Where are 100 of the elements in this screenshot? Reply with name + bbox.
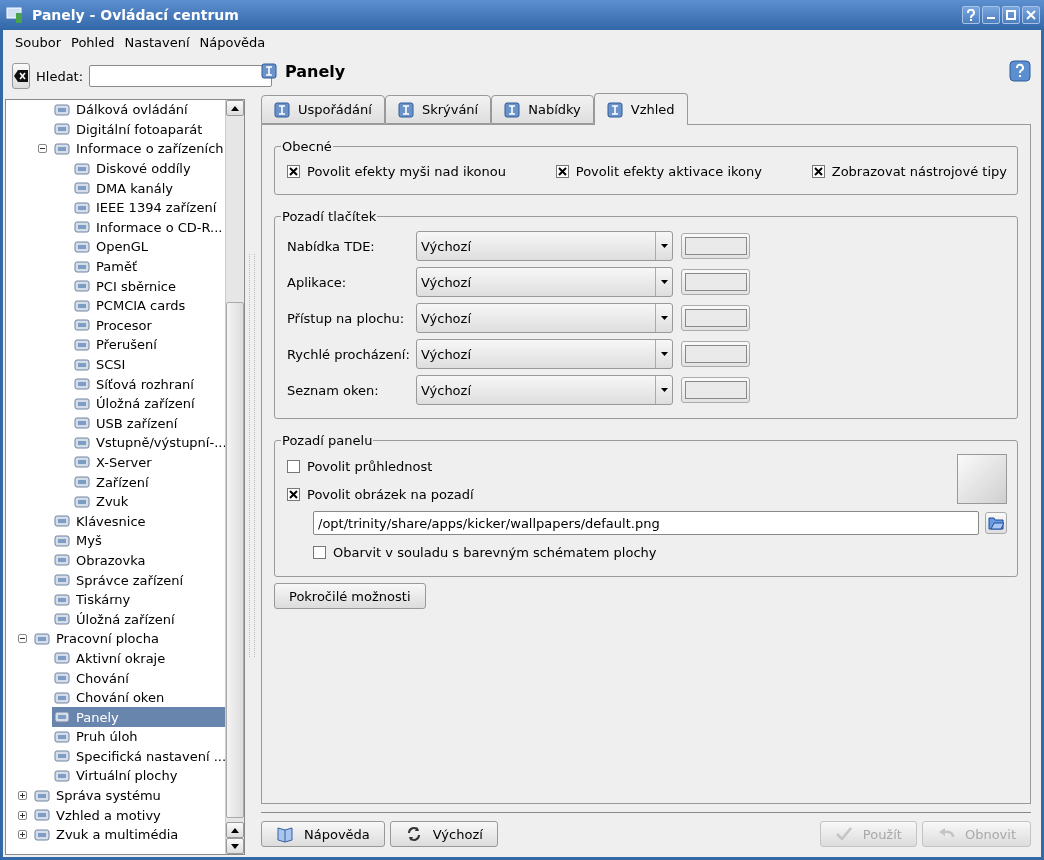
color-swatch — [684, 237, 747, 255]
scrollbar-thumb[interactable] — [226, 302, 244, 818]
checkbox[interactable] — [555, 164, 569, 178]
help-button[interactable] — [962, 6, 980, 24]
menu-item[interactable]: Nápověda — [195, 32, 270, 52]
tree-item[interactable]: Paměť — [72, 256, 225, 277]
color-button[interactable] — [681, 269, 750, 295]
tree-item[interactable]: Vzhled a motivy — [32, 805, 225, 826]
tree-item[interactable]: DMA kanály — [72, 178, 225, 199]
path-field[interactable]: /opt/trinity/share/apps/kicker/wallpapers/default.png — [313, 511, 979, 535]
dropdown[interactable]: Výchozí — [416, 267, 673, 297]
tree-item[interactable]: Síťová rozhraní — [72, 374, 225, 395]
tree-item[interactable]: Klávesnice — [52, 511, 225, 532]
menu-item[interactable]: Soubor — [11, 32, 65, 52]
tab[interactable]: Skrývání — [384, 95, 492, 124]
checkbox[interactable] — [811, 164, 825, 178]
tree-item[interactable]: Panely — [52, 707, 225, 728]
tab[interactable]: Nabídky — [491, 95, 594, 124]
tree-item[interactable]: PCMCIA cards — [72, 295, 225, 316]
collapse-icon[interactable] — [17, 634, 27, 644]
checkbox[interactable] — [287, 164, 300, 178]
question-mark-icon — [966, 9, 976, 21]
dropdown[interactable]: Výchozí — [416, 375, 673, 405]
color-swatch — [684, 381, 747, 399]
monitor-icon — [6, 6, 24, 24]
module-icon — [74, 434, 90, 451]
search-field[interactable] — [89, 65, 273, 87]
tree-item[interactable]: Dálková ovládání — [52, 100, 225, 120]
window-title: Panely - Ovládací centrum — [32, 7, 240, 23]
tree-item[interactable]: Vstupně/výstupní-... — [72, 432, 225, 453]
tree-item[interactable]: Zvuk — [72, 491, 225, 512]
tree-item[interactable]: Úložná zařízení — [72, 393, 225, 414]
close-button[interactable] — [1022, 6, 1040, 24]
expand-icon[interactable] — [17, 810, 27, 820]
tree-item[interactable]: Informace o zařízeních — [52, 139, 225, 159]
tree-item[interactable]: SCSI — [72, 354, 225, 375]
tab[interactable]: Vzhled — [593, 93, 688, 125]
defaults-button[interactable]: Výchozí — [389, 821, 498, 847]
tree-item[interactable]: Správce zařízení — [52, 570, 225, 591]
color-button[interactable] — [681, 305, 750, 331]
module-icon — [74, 454, 90, 471]
tree-item[interactable]: Přerušení — [72, 334, 225, 355]
checkbox[interactable] — [287, 487, 300, 501]
tree-item[interactable]: PCI sběrnice — [72, 276, 225, 297]
tree-item[interactable]: Chování — [52, 668, 225, 688]
help-button[interactable]: Nápověda — [261, 821, 385, 847]
module-icon — [54, 121, 70, 138]
advanced-options-button[interactable]: Pokročilé možnosti — [274, 583, 426, 609]
tab[interactable]: Uspořádání — [261, 95, 385, 124]
dropdown[interactable]: Výchozí — [416, 231, 673, 261]
tree-item[interactable]: Virtuální plochy — [52, 766, 225, 786]
module-icon — [74, 278, 90, 295]
tree-item[interactable]: Diskové oddíly — [72, 158, 225, 179]
scroll-down-button[interactable] — [226, 838, 244, 854]
tree-item[interactable]: Úložná zařízení — [52, 609, 225, 630]
checkbox-label: Povolit obrázek na pozadí — [307, 486, 474, 502]
tree-item[interactable]: Tiskárny — [52, 589, 225, 610]
minimize-button[interactable] — [982, 6, 1000, 24]
expand-icon[interactable] — [17, 791, 27, 801]
menu-item[interactable]: Nastavení — [120, 32, 194, 52]
menu-item[interactable]: Pohled — [67, 32, 119, 52]
tree-item[interactable]: IEEE 1394 zařízení — [72, 197, 225, 218]
color-swatch — [684, 309, 747, 327]
help-icon[interactable] — [1009, 60, 1031, 82]
tree-item[interactable]: Obrazovka — [52, 550, 225, 571]
scroll-up-button[interactable] — [226, 100, 244, 116]
folder-icon — [988, 516, 1004, 530]
dropdown[interactable]: Výchozí — [416, 303, 673, 333]
tree-item[interactable]: OpenGL — [72, 236, 225, 257]
checkbox[interactable] — [287, 459, 300, 473]
checkbox[interactable] — [313, 545, 326, 559]
tree-item[interactable]: Digitální fotoaparát — [52, 119, 225, 140]
browse-button[interactable] — [985, 512, 1007, 534]
module-icon — [74, 474, 90, 491]
tree-item[interactable]: Aktivní okraje — [52, 648, 225, 669]
tree-item[interactable]: USB zařízení — [72, 413, 225, 434]
color-button[interactable] — [681, 377, 750, 403]
tree-item[interactable]: Pracovní plocha — [32, 628, 225, 649]
tree-item[interactable]: Pruh úloh — [52, 726, 225, 747]
tree-item[interactable]: Specifická nastavení ... — [52, 746, 225, 767]
tree-item[interactable]: Zvuk a multimédia — [32, 824, 225, 845]
tree-item[interactable]: Myš — [52, 530, 225, 551]
scroll-up-button[interactable] — [226, 822, 244, 838]
scrollbar[interactable] — [225, 100, 244, 854]
tree-item[interactable]: Chování oken — [52, 687, 225, 708]
maximize-button[interactable] — [1002, 6, 1020, 24]
maximize-icon — [1006, 10, 1016, 20]
tree-item[interactable]: Zařízení — [72, 472, 225, 493]
collapse-icon[interactable] — [37, 144, 47, 154]
clear-search-button[interactable] — [12, 63, 30, 89]
dropdown[interactable]: Výchozí — [416, 339, 673, 369]
tree-item[interactable]: Informace o CD-R... — [72, 217, 225, 238]
module-icon — [74, 376, 90, 393]
group-title: Obecné — [281, 139, 333, 154]
expand-icon[interactable] — [17, 830, 27, 840]
tree-item[interactable]: Správa systému — [32, 785, 225, 806]
color-button[interactable] — [681, 341, 750, 367]
tree-item[interactable]: X-Server — [72, 452, 225, 473]
tree-item[interactable]: Procesor — [72, 315, 225, 336]
color-button[interactable] — [681, 233, 750, 259]
